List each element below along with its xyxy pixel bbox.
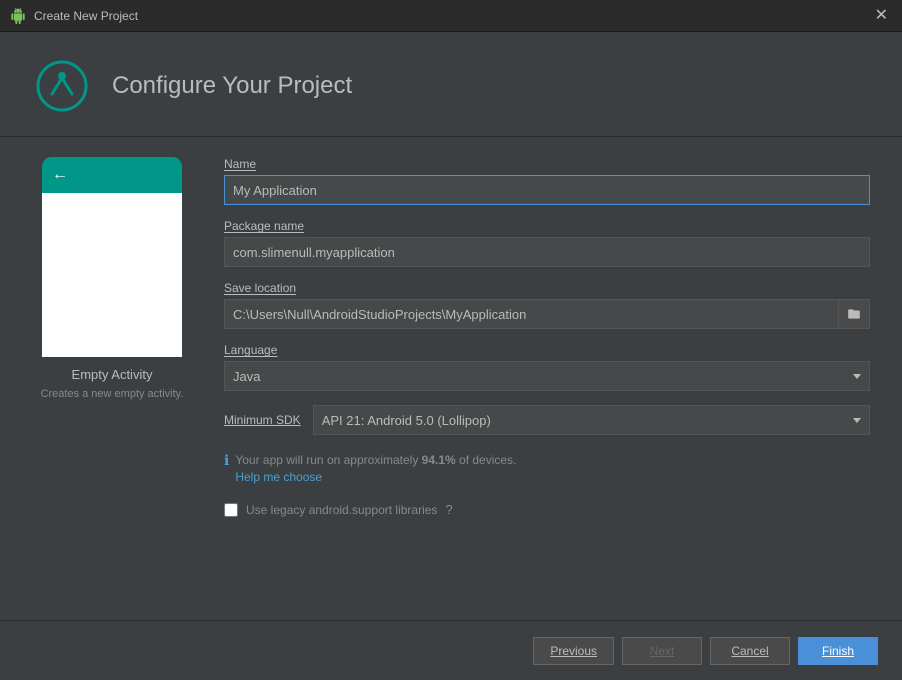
language-label: Language: [224, 343, 870, 357]
page-title: Configure Your Project: [112, 72, 352, 100]
info-percent: 94.1%: [422, 453, 456, 467]
folder-icon: [847, 307, 861, 321]
activity-label: Empty Activity: [72, 367, 153, 382]
name-group: Name: [224, 157, 870, 205]
language-select[interactable]: Java Kotlin: [224, 361, 870, 391]
phone-body: [42, 193, 182, 357]
finish-button[interactable]: Finish: [798, 637, 878, 665]
form-panel: Name Package name Save location Language: [224, 157, 870, 605]
info-icon: ℹ: [224, 452, 229, 469]
header: Configure Your Project: [0, 32, 902, 137]
title-bar: Create New Project ✕: [0, 0, 902, 32]
header-logo: [32, 56, 92, 116]
location-input-row: [224, 299, 870, 329]
help-link[interactable]: Help me choose: [235, 470, 322, 484]
footer: Previous Next Cancel Finish: [0, 620, 902, 680]
minsdk-label: Minimum SDK: [224, 413, 301, 427]
legacy-help-icon[interactable]: ?: [445, 502, 452, 517]
legacy-checkbox[interactable]: [224, 503, 238, 517]
location-group: Save location: [224, 281, 870, 329]
previous-button[interactable]: Previous: [533, 637, 614, 665]
cancel-button[interactable]: Cancel: [710, 637, 790, 665]
close-button[interactable]: ✕: [871, 6, 892, 26]
info-text-suffix: of devices.: [456, 453, 517, 467]
package-label: Package name: [224, 219, 870, 233]
activity-description: Creates a new empty activity.: [41, 388, 184, 400]
sdk-row: Minimum SDK API 21: Android 5.0 (Lollipo…: [224, 405, 870, 435]
next-button[interactable]: Next: [622, 637, 702, 665]
location-input[interactable]: [224, 299, 839, 329]
package-group: Package name: [224, 219, 870, 267]
name-label: Name: [224, 157, 870, 171]
back-arrow-icon: ←: [52, 166, 68, 184]
info-box: ℹ Your app will run on approximately 94.…: [224, 451, 870, 484]
language-group: Language Java Kotlin: [224, 343, 870, 391]
legacy-label: Use legacy android.support libraries: [246, 503, 437, 517]
info-text-block: Your app will run on approximately 94.1%…: [235, 451, 516, 484]
main-content: ← Empty Activity Creates a new empty act…: [0, 137, 902, 625]
info-text-prefix: Your app will run on approximately: [235, 453, 421, 467]
location-label: Save location: [224, 281, 870, 295]
folder-button[interactable]: [839, 299, 870, 329]
minsdk-select[interactable]: API 21: Android 5.0 (Lollipop) API 22: A…: [313, 405, 870, 435]
title-bar-text: Create New Project: [34, 9, 138, 23]
android-icon: [10, 8, 26, 24]
preview-panel: ← Empty Activity Creates a new empty act…: [32, 157, 192, 605]
title-bar-left: Create New Project: [10, 8, 138, 24]
phone-toolbar: ←: [42, 157, 182, 193]
package-input[interactable]: [224, 237, 870, 267]
phone-preview: ←: [42, 157, 182, 357]
legacy-checkbox-row: Use legacy android.support libraries ?: [224, 502, 870, 517]
name-input[interactable]: [224, 175, 870, 205]
